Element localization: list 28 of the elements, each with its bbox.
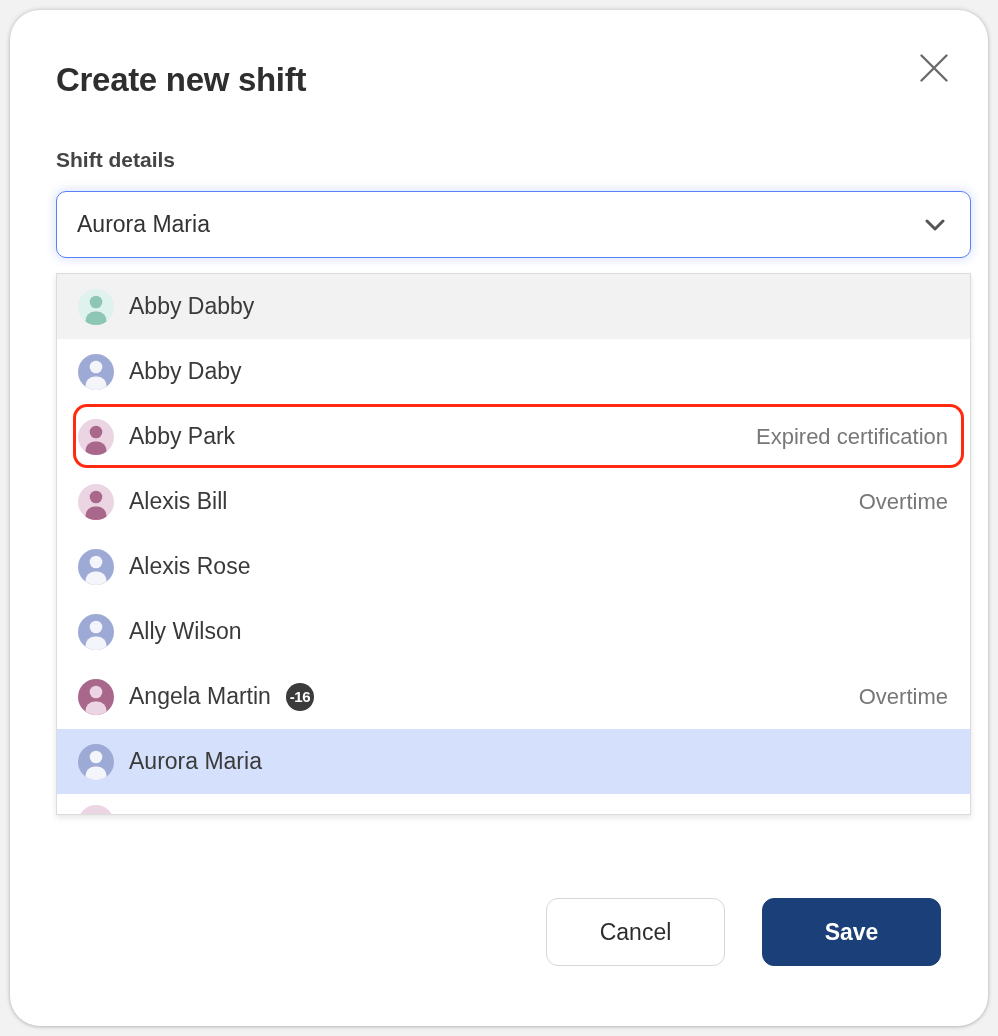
option-row[interactable]: Abby Dabby xyxy=(57,274,970,339)
person-name: Abby Daby xyxy=(129,358,242,385)
option-row[interactable]: Alexis Rose xyxy=(57,534,970,599)
option-row[interactable]: Ally Wilson xyxy=(57,599,970,664)
status-note: Overtime xyxy=(858,488,948,515)
field-label: Shift details xyxy=(56,148,176,172)
option-row[interactable]: Abby Daby xyxy=(57,339,970,404)
close-button[interactable] xyxy=(920,54,948,82)
close-icon xyxy=(920,54,948,82)
cancel-button[interactable]: Cancel xyxy=(546,898,725,966)
dialog-title: Create new shift xyxy=(56,60,307,100)
person-name: Alexis Rose xyxy=(129,553,251,580)
status-note: Overtime xyxy=(858,683,948,710)
person-name: Angela Martin xyxy=(129,683,271,710)
option-row[interactable]: Abby Park Expired certification xyxy=(57,404,970,469)
person-name: Alexis Bill xyxy=(129,488,228,515)
option-row[interactable]: Angela Martin -16 Overtime xyxy=(57,664,970,729)
person-name: Ally Wilson xyxy=(129,618,242,645)
option-row[interactable]: Aurora Maria xyxy=(57,729,970,794)
option-row[interactable]: Alexis Bill Overtime xyxy=(57,469,970,534)
chevron-icon xyxy=(925,218,945,231)
select-field[interactable]: Aurora Maria xyxy=(56,191,971,258)
person-name: Abby Dabby xyxy=(129,293,255,320)
person-name: Abby Park xyxy=(129,423,236,450)
save-button[interactable]: Save xyxy=(762,898,941,966)
status-note: Expired certification xyxy=(756,423,948,450)
person-name: Aurora Maria xyxy=(129,748,262,775)
count-badge: -16 xyxy=(285,682,314,711)
